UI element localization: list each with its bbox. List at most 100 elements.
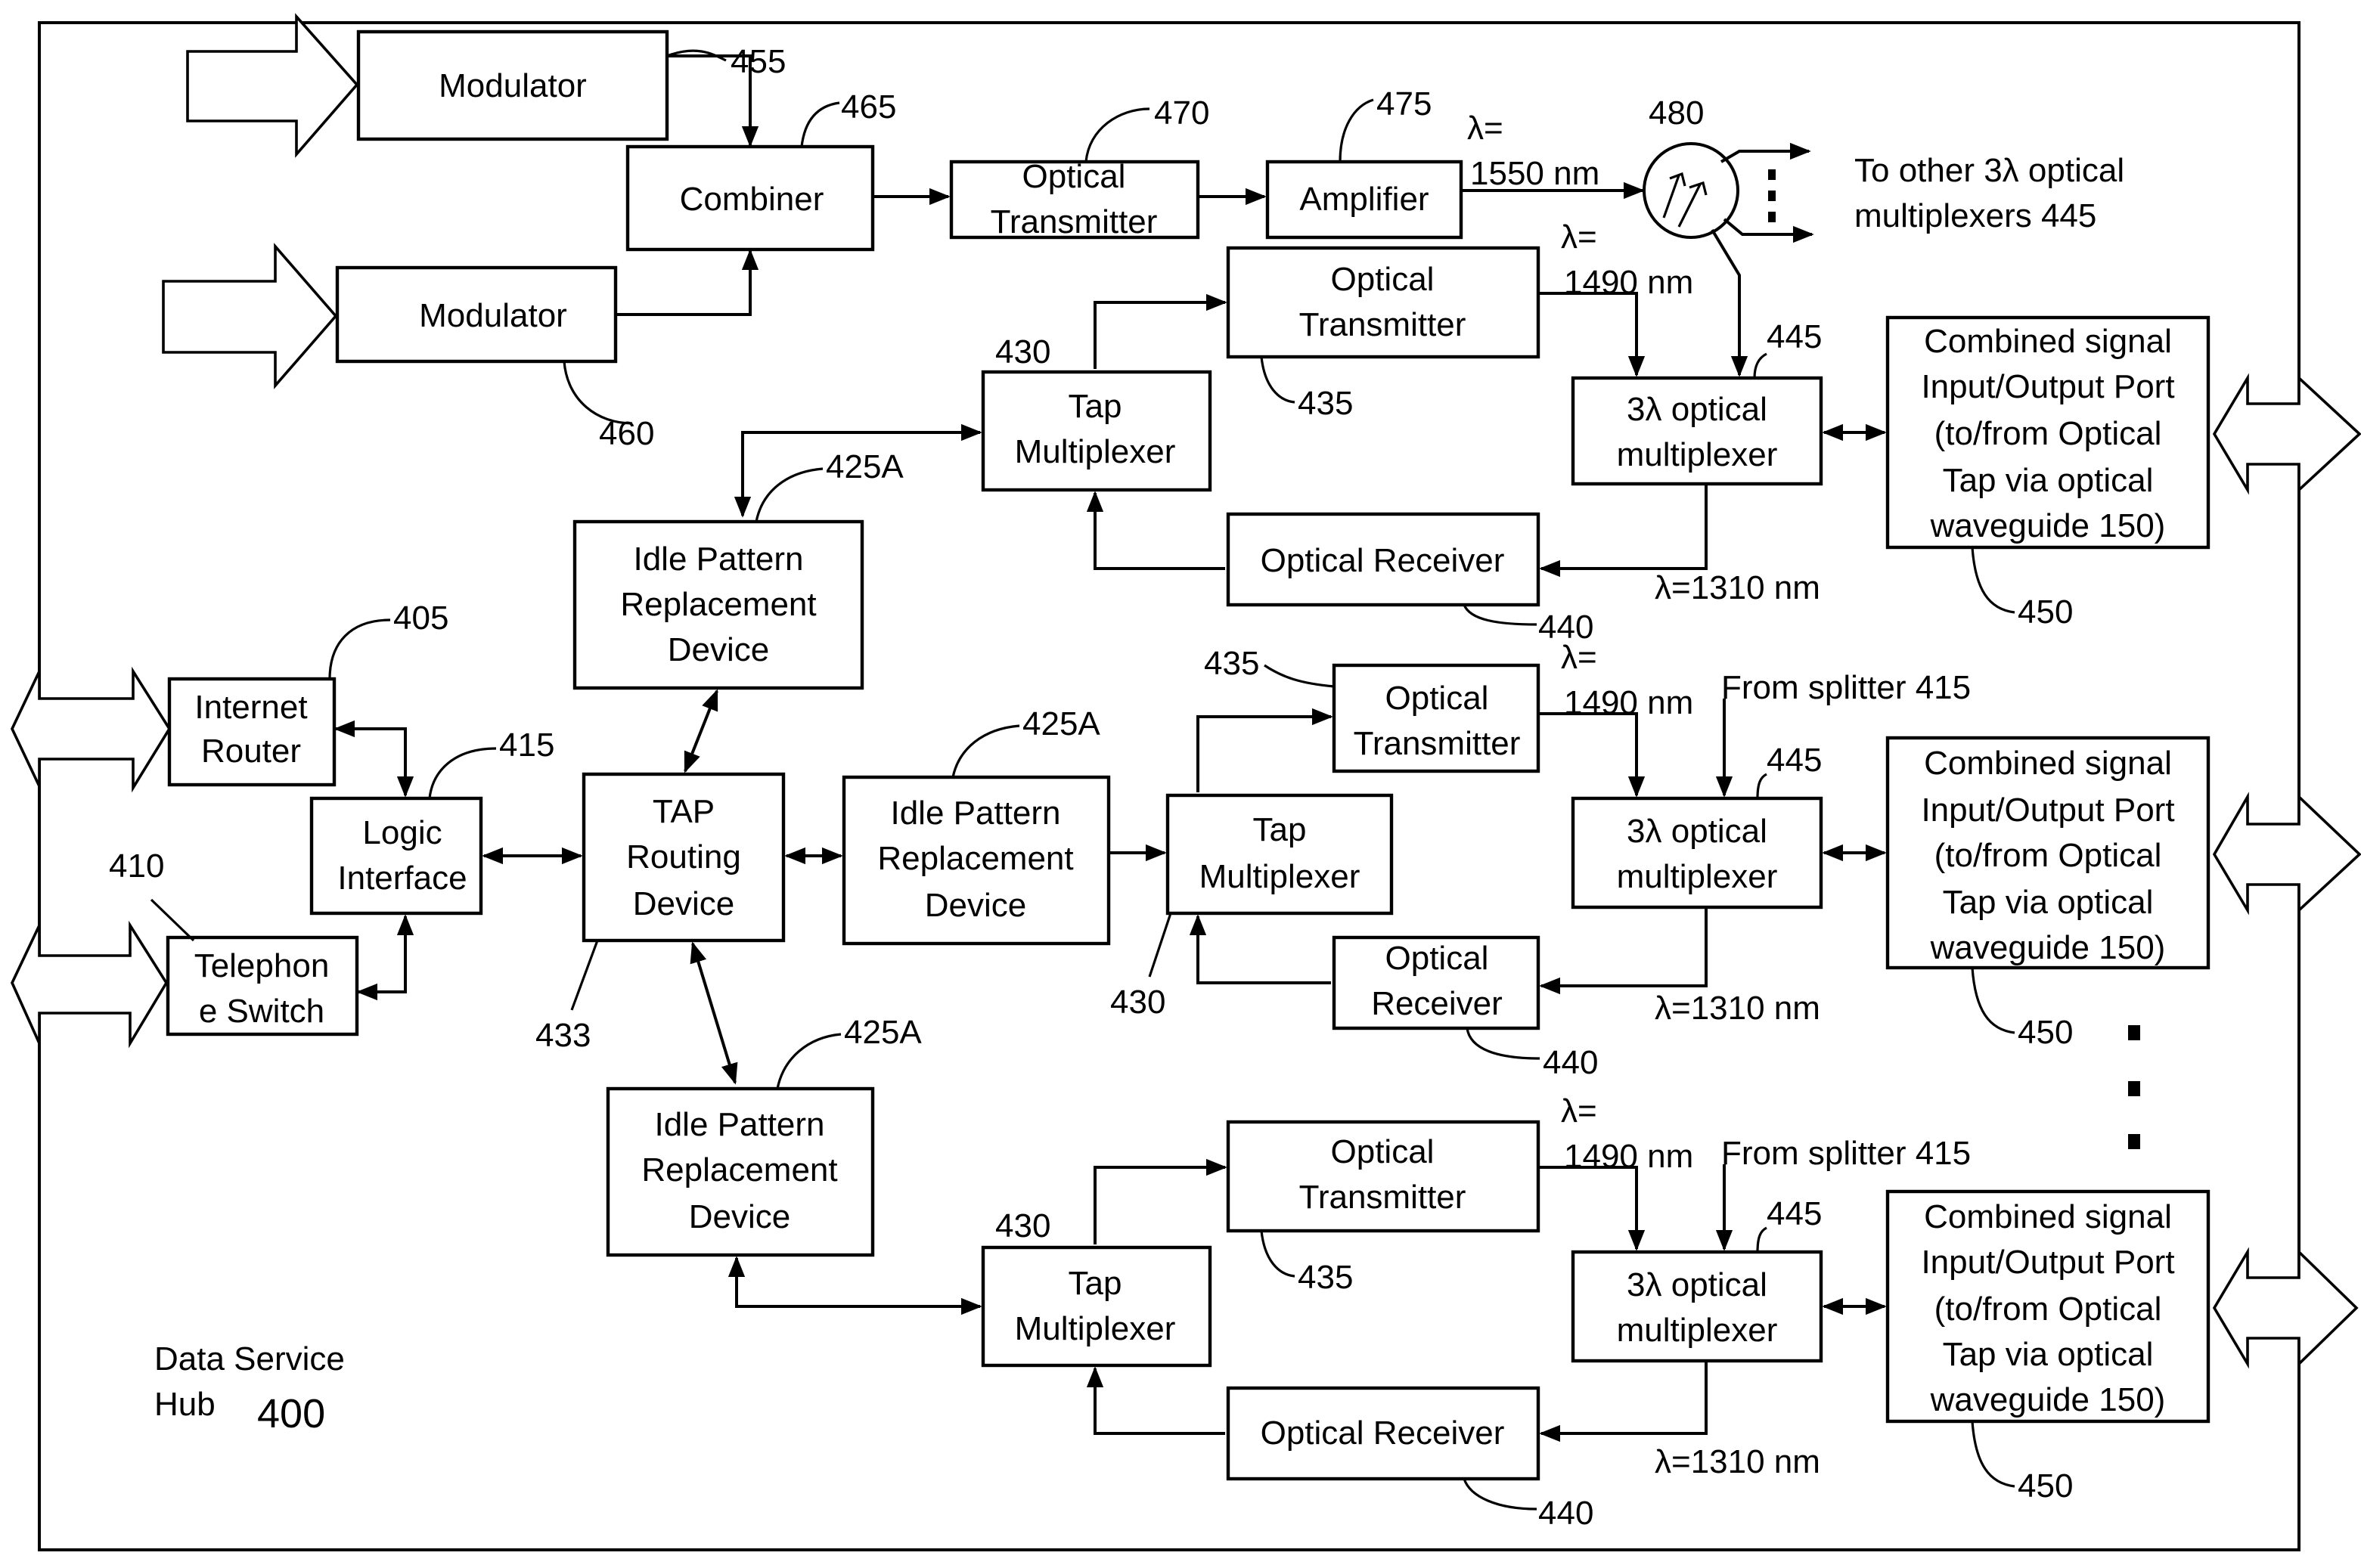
port-2-line-5: waveguide 150) <box>1930 929 2166 966</box>
to-other-line2: multiplexers 445 <box>1854 197 2096 234</box>
optical-multiplexer-2[interactable]: 3λ optical multiplexer <box>1571 796 1823 910</box>
ref-425a-2: 425A <box>1022 705 1100 742</box>
lambda-tx-1-line2: 1490 nm <box>1564 264 1693 301</box>
combiner[interactable]: Combiner <box>625 144 875 252</box>
tap-multiplexer-2[interactable]: Tap Multiplexer <box>1165 793 1394 916</box>
ref-435-3: 435 <box>1298 1259 1353 1296</box>
idle-3-label-3: Device <box>689 1198 791 1235</box>
port-1-line-3: (to/from Optical <box>1934 415 2162 452</box>
optical-splitter[interactable] <box>1643 142 1739 239</box>
modulator-bottom-label: Modulator <box>419 297 567 334</box>
ref-415: 415 <box>499 727 554 764</box>
ref-450-1: 450 <box>2018 593 2073 631</box>
optical-multiplexer-1[interactable]: 3λ optical multiplexer <box>1571 376 1823 486</box>
channel-3: Idle Pattern Replacement Device Tap Mult… <box>606 1014 2359 1532</box>
tx-1-label-1: Optical <box>1331 261 1435 298</box>
amplifier[interactable]: Amplifier <box>1265 160 1463 240</box>
optical-transmitter-1[interactable]: Optical Transmitter <box>1226 246 1540 359</box>
ref-425a-1: 425A <box>826 448 904 485</box>
optical-transmitter-3[interactable]: Optical Transmitter <box>1226 1120 1540 1233</box>
optical-multiplexer-3[interactable]: 3λ optical multiplexer <box>1571 1250 1823 1363</box>
internet-router[interactable]: Internet Router <box>167 677 337 787</box>
port-2-line-4: Tap via optical <box>1943 884 2154 921</box>
mux-1-label-2: multiplexer <box>1617 436 1778 473</box>
modulator-top[interactable]: Modulator <box>356 29 669 141</box>
rx-2-label-2: Receiver <box>1371 985 1503 1022</box>
io-arrow-port-3-icon[interactable] <box>2212 1247 2359 1369</box>
io-arrow-port-2-icon[interactable] <box>2212 792 2361 916</box>
mux-2-label-2: multiplexer <box>1617 858 1778 895</box>
lambda-rx-3: λ=1310 nm <box>1655 1443 1820 1480</box>
mux-2-label-1: 3λ optical <box>1627 813 1767 850</box>
tapmux-2-label-1: Tap <box>1253 811 1307 848</box>
modulator-top-label: Modulator <box>439 67 587 104</box>
lambda-rx-2: λ=1310 nm <box>1655 990 1820 1027</box>
data-service-hub-diagram: Modulator Modulator Combiner Optical Tra… <box>11 13 2361 1551</box>
hub-title-line1: Data Service <box>154 1340 345 1377</box>
port-3-line-2: Input/Output Port <box>1921 1244 2174 1281</box>
ref-433: 433 <box>535 1017 591 1054</box>
logic-interface[interactable]: Logic Interface <box>309 796 483 916</box>
logic-interface-label-2: Interface <box>337 860 467 897</box>
mux-3-label-1: 3λ optical <box>1627 1266 1767 1303</box>
tap-routing-device[interactable]: TAP Routing Device <box>582 772 786 943</box>
ref-455: 455 <box>731 43 786 80</box>
io-port-2[interactable]: Combined signal Input/Output Port (to/fr… <box>1885 736 2211 970</box>
lambda-rx-1: λ=1310 nm <box>1655 569 1820 606</box>
tapmux-1-label-1: Tap <box>1069 388 1122 425</box>
rx-1-label: Optical Receiver <box>1261 542 1505 579</box>
optical-transmitter-top-label-1: Optical <box>1022 158 1126 195</box>
tap-multiplexer-1[interactable]: Tap Multiplexer <box>981 370 1212 492</box>
port-2-line-3: (to/from Optical <box>1934 837 2162 874</box>
ref-430-3: 430 <box>995 1207 1050 1244</box>
ref-410: 410 <box>109 848 164 885</box>
optical-receiver-2[interactable]: Optical Receiver <box>1332 935 1540 1030</box>
lambda-tx-3-line2: 1490 nm <box>1564 1138 1693 1175</box>
mux-3-label-2: multiplexer <box>1617 1312 1778 1349</box>
port-2-line-2: Input/Output Port <box>1921 792 2174 829</box>
ref-430-1: 430 <box>995 333 1050 370</box>
continuation-dots-icon <box>1768 169 1776 222</box>
port-1-line-2: Input/Output Port <box>1921 368 2174 405</box>
ref-440-3: 440 <box>1538 1495 1593 1532</box>
ref-445-3: 445 <box>1767 1195 1822 1232</box>
io-port-1[interactable]: Combined signal Input/Output Port (to/fr… <box>1885 315 2211 550</box>
port-1-line-4: Tap via optical <box>1943 462 2154 499</box>
ref-480: 480 <box>1649 95 1704 132</box>
optical-transmitter-top[interactable]: Optical Transmitter <box>949 158 1200 240</box>
tx-3-label-2: Transmitter <box>1299 1179 1466 1216</box>
idle-pattern-device-2[interactable]: Idle Pattern Replacement Device <box>842 775 1111 946</box>
ref-425a-3: 425A <box>844 1014 922 1051</box>
io-arrow-internet-icon <box>11 666 172 793</box>
optical-receiver-3[interactable]: Optical Receiver <box>1226 1386 1540 1481</box>
ref-440-2: 440 <box>1543 1044 1598 1081</box>
io-arrow-port-1-icon[interactable] <box>2212 373 2361 495</box>
idle-2-label-2: Replacement <box>877 840 1073 877</box>
ref-430-2: 430 <box>1110 984 1165 1021</box>
ref-445-1: 445 <box>1767 318 1822 355</box>
tap-multiplexer-3[interactable]: Tap Multiplexer <box>981 1245 1212 1368</box>
tapmux-1-label-2: Multiplexer <box>1015 433 1176 470</box>
internet-router-label-1: Internet <box>194 689 307 726</box>
tx-3-label-1: Optical <box>1331 1133 1435 1170</box>
telephone-switch-label-2: e Switch <box>199 993 324 1030</box>
ref-405: 405 <box>393 600 448 637</box>
amplifier-label: Amplifier <box>1299 181 1429 218</box>
optical-transmitter-2[interactable]: Optical Transmitter <box>1332 663 1540 773</box>
input-arrow-top-icon <box>186 13 359 158</box>
idle-3-label-1: Idle Pattern <box>654 1106 824 1143</box>
tap-routing-label-3: Device <box>633 885 735 922</box>
idle-pattern-device-3[interactable]: Idle Pattern Replacement Device <box>606 1086 875 1257</box>
idle-pattern-device-1[interactable]: Idle Pattern Replacement Device <box>572 519 864 690</box>
telephone-switch[interactable]: Telephon e Switch <box>166 935 359 1037</box>
ref-435-2: 435 <box>1204 645 1259 682</box>
logic-interface-label-1: Logic <box>362 814 442 851</box>
idle-1-label-3: Device <box>668 631 770 668</box>
optical-receiver-1[interactable]: Optical Receiver <box>1226 512 1540 607</box>
tapmux-3-label-1: Tap <box>1069 1265 1122 1302</box>
modulator-bottom[interactable]: Modulator <box>335 265 618 364</box>
ref-465: 465 <box>841 88 896 126</box>
lambda-tx-3-line1: λ= <box>1561 1092 1597 1130</box>
tap-routing-label-2: Routing <box>626 838 741 875</box>
io-port-3[interactable]: Combined signal Input/Output Port (to/fr… <box>1885 1189 2211 1424</box>
